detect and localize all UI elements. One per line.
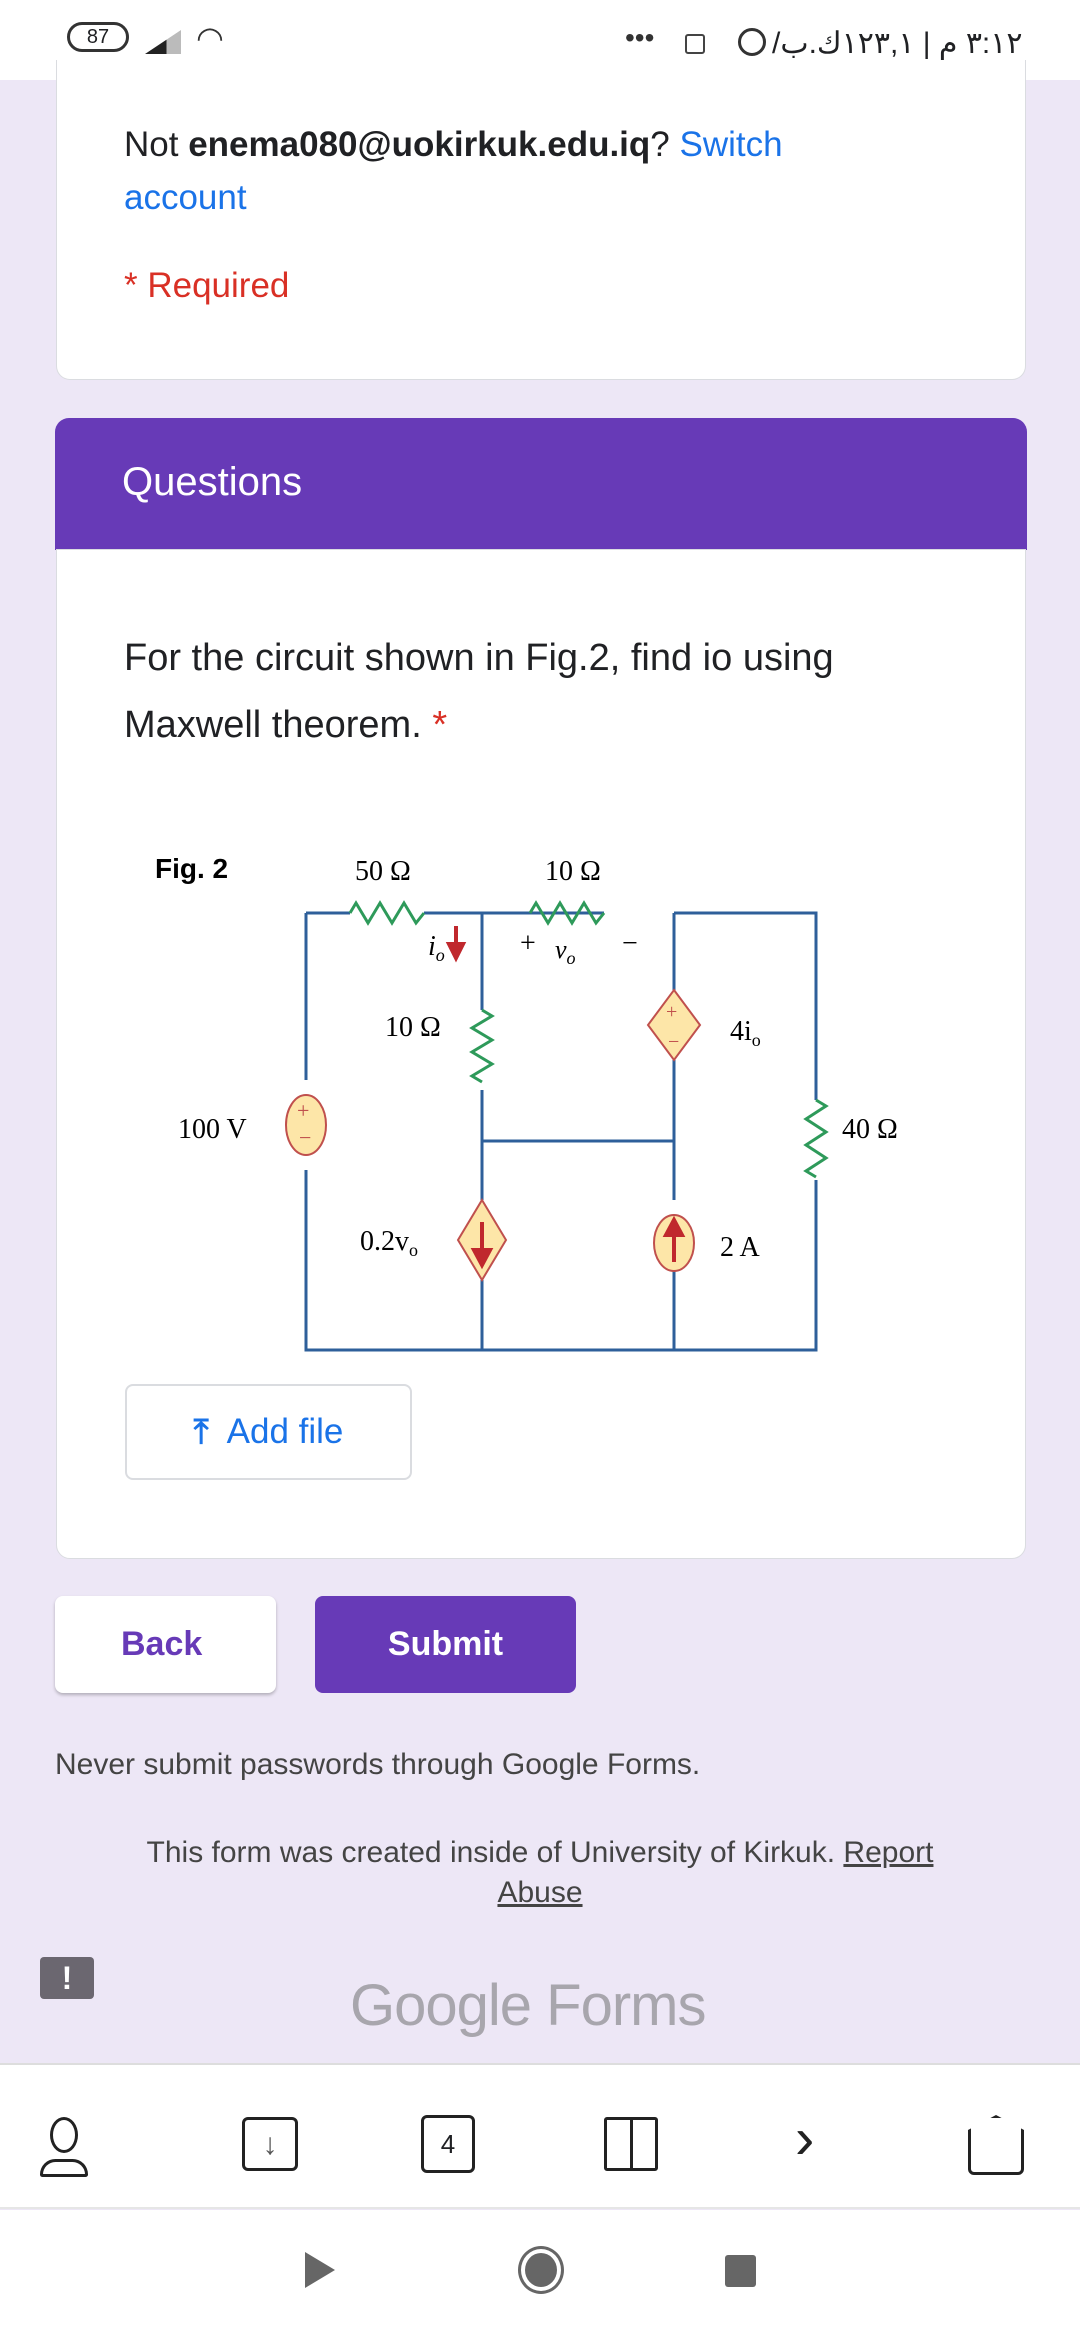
resistor-40: [803, 1098, 829, 1179]
tab-count: 4: [440, 2129, 456, 2159]
created-note: This form was created inside of Universi…: [90, 1833, 990, 1913]
back-nav-icon[interactable]: [305, 2252, 335, 2288]
forward-icon[interactable]: ›: [795, 2105, 814, 2172]
add-file-button[interactable]: ⤒ Add file: [125, 1384, 412, 1480]
resistor-10-mid: [469, 1008, 495, 1084]
label-50-ohm: 50 Ω: [355, 856, 411, 887]
upload-icon: ⤒: [193, 1412, 209, 1451]
password-warning: Never submit passwords through Google Fo…: [55, 1748, 701, 1781]
tabs-button[interactable]: 4: [421, 2115, 475, 2173]
circuit-figure: Fig. 2 50 Ω 10 Ω 10 Ω 40 Ω 100 V 4io 0.2…: [155, 853, 898, 1352]
figure-label: Fig. 2: [155, 853, 228, 884]
report-link[interactable]: Report: [843, 1836, 933, 1869]
label-2a: 2 A: [720, 1232, 760, 1263]
abuse-link[interactable]: Abuse: [497, 1876, 582, 1909]
recents-nav-icon[interactable]: [725, 2255, 756, 2287]
resistor-50: [348, 900, 426, 926]
add-file-label: Add file: [226, 1412, 344, 1451]
label-10-ohm-mid: 10 Ω: [385, 1012, 441, 1043]
vsrc-plus: +: [297, 1098, 309, 1123]
label-vo: vo: [555, 935, 576, 968]
created-text: This form was created inside of Universi…: [146, 1836, 844, 1869]
feedback-icon[interactable]: !: [40, 1957, 94, 1999]
wires: [304, 911, 818, 1352]
label-io: io: [428, 931, 445, 965]
vo-plus: +: [520, 928, 536, 959]
dep-v-plus: +: [666, 1001, 677, 1023]
browser-toolbar: ↓ 4 ›: [0, 2063, 1080, 2209]
home-icon[interactable]: [968, 2115, 1024, 2175]
profile-icon[interactable]: [40, 2117, 88, 2177]
label-10-ohm-top: 10 Ω: [545, 856, 601, 887]
home-nav-icon[interactable]: [518, 2246, 564, 2294]
dep-v-minus: −: [668, 1031, 679, 1053]
submit-button[interactable]: Submit: [315, 1596, 576, 1693]
back-button[interactable]: Back: [55, 1596, 276, 1693]
vo-minus: −: [622, 928, 638, 959]
bookmarks-icon[interactable]: [604, 2117, 658, 2171]
label-0-2vo: 0.2vo: [360, 1226, 418, 1260]
vsrc-minus: −: [299, 1125, 311, 1150]
label-4io: 4io: [730, 1016, 761, 1050]
google-forms-logo: Google Forms: [350, 1973, 706, 2038]
downloads-icon[interactable]: ↓: [242, 2117, 298, 2171]
label-40-ohm: 40 Ω: [842, 1114, 898, 1145]
label-100v: 100 V: [178, 1114, 247, 1145]
system-nav-bar: [0, 2210, 1080, 2340]
